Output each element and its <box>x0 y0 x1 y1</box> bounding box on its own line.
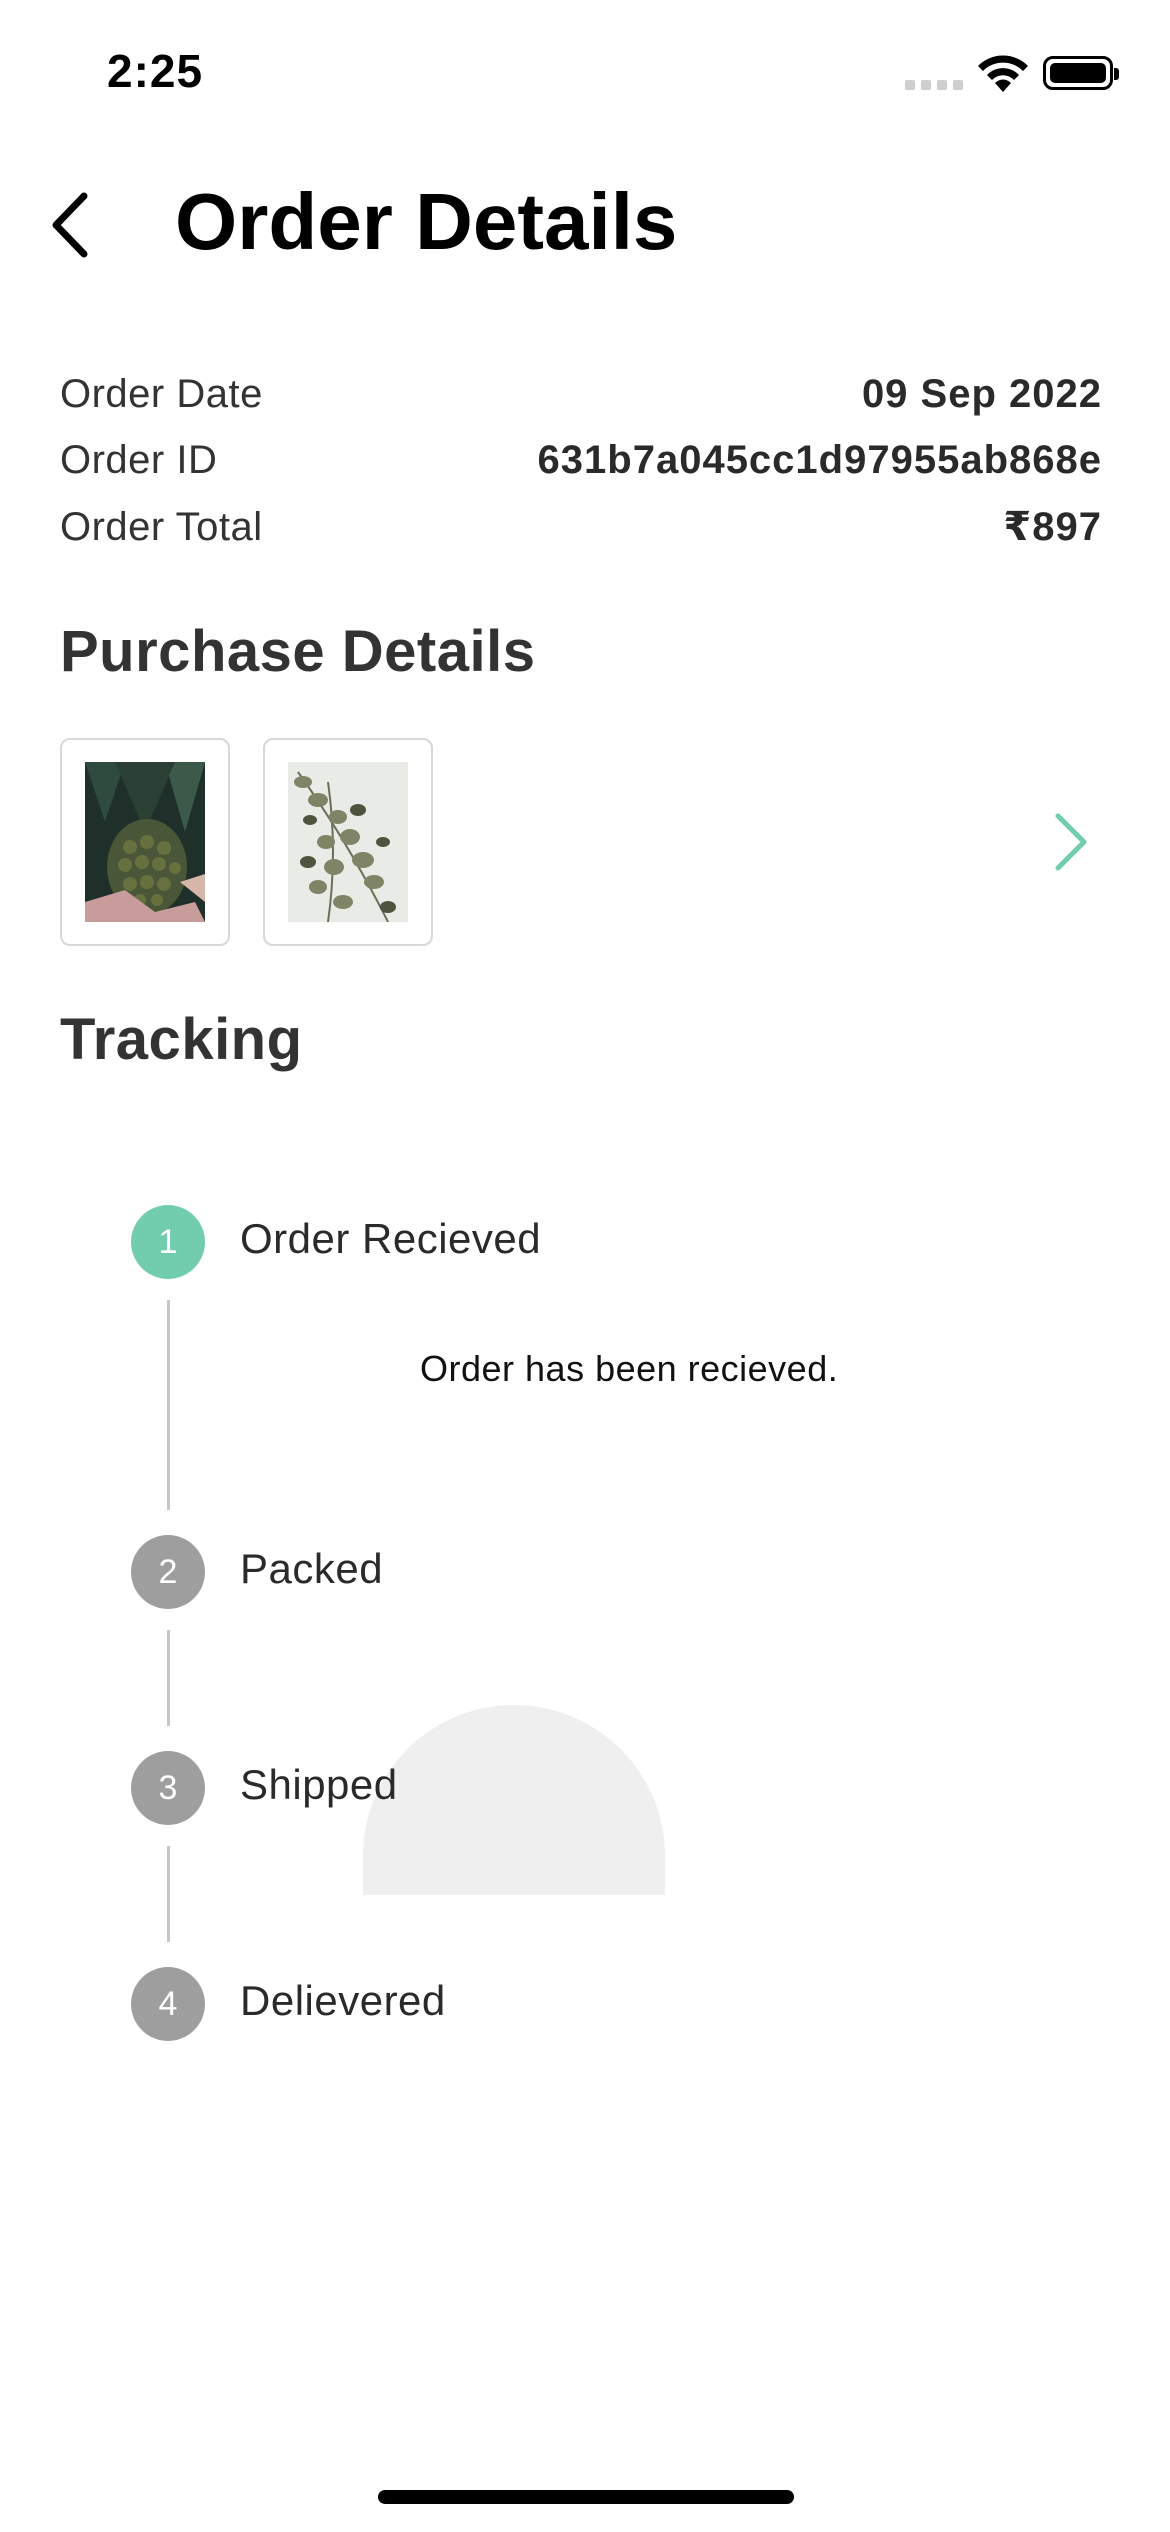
step-number-badge[interactable]: 3 <box>131 1751 205 1825</box>
step-description: Order has been recieved. <box>420 1348 839 1389</box>
step-connector <box>167 1630 170 1726</box>
signal-icon <box>905 80 963 90</box>
order-total-label: Order Total <box>60 505 263 549</box>
eucalyptus-photo <box>288 762 408 922</box>
order-id-value: 631b7a045cc1d97955ab868e <box>537 438 1102 482</box>
step-connector <box>167 1846 170 1942</box>
step-number-badge[interactable]: 4 <box>131 1967 205 2041</box>
step-label-shipped[interactable]: Shipped <box>240 1761 398 1809</box>
order-id-row: Order ID 631b7a045cc1d97955ab868e <box>60 438 1102 483</box>
step-connector <box>167 1300 170 1510</box>
back-button[interactable] <box>40 180 100 270</box>
order-date-label: Order Date <box>60 372 263 416</box>
order-total-row: Order Total ₹897 <box>60 504 1102 550</box>
step-label-delivered[interactable]: Delievered <box>240 1977 446 2025</box>
tracking-title: Tracking <box>60 1007 303 1072</box>
battery-icon <box>1043 56 1119 90</box>
page-title: Order Details <box>175 177 678 266</box>
status-time: 2:25 <box>107 45 204 97</box>
purchase-item-thumbnail[interactable] <box>60 738 230 946</box>
purchase-item-thumbnail[interactable] <box>263 738 433 946</box>
touch-ripple <box>363 1705 665 1895</box>
step-number-badge[interactable]: 1 <box>131 1205 205 1279</box>
chevron-right-icon[interactable] <box>1052 810 1092 874</box>
order-date-row: Order Date 09 Sep 2022 <box>60 372 1102 417</box>
order-date-value: 09 Sep 2022 <box>861 372 1102 416</box>
chevron-left-icon <box>52 192 88 258</box>
order-details-screen: 2:25 Order Details Order Date 09 Sep 202… <box>0 0 1170 2532</box>
pineapple-photo <box>85 762 205 922</box>
step-label-packed[interactable]: Packed <box>240 1545 383 1593</box>
order-total-value: ₹897 <box>1003 505 1102 549</box>
step-number-badge[interactable]: 2 <box>131 1535 205 1609</box>
order-id-label: Order ID <box>60 438 218 482</box>
purchase-details-title: Purchase Details <box>60 619 536 684</box>
step-label-order-received[interactable]: Order Recieved <box>240 1215 541 1263</box>
wifi-icon <box>978 55 1028 92</box>
home-indicator[interactable] <box>378 2490 794 2504</box>
